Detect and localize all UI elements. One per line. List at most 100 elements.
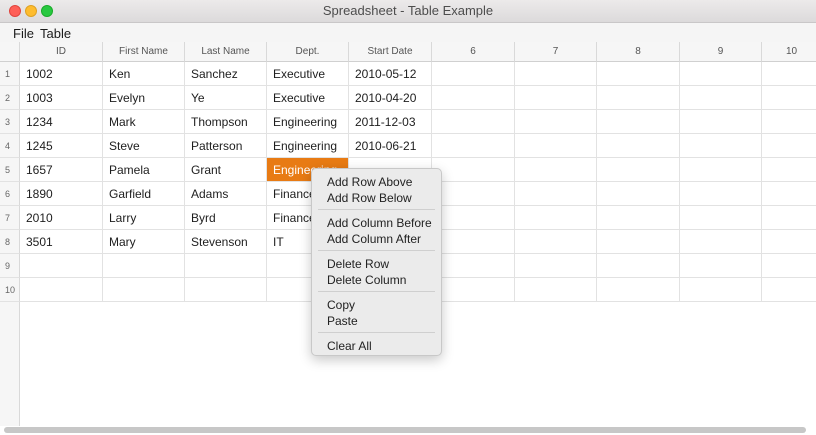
table-cell[interactable]: Steve	[103, 134, 185, 158]
context-menu-item[interactable]: Copy	[327, 298, 355, 312]
table-cell[interactable]	[597, 86, 680, 110]
table-cell[interactable]	[680, 182, 762, 206]
row-header[interactable]: 6	[0, 182, 20, 206]
table-cell[interactable]	[185, 278, 267, 302]
table-cell[interactable]: 1234	[20, 110, 103, 134]
table-cell[interactable]: Grant	[185, 158, 267, 182]
column-header[interactable]: 8	[597, 42, 680, 62]
table-cell[interactable]	[597, 182, 680, 206]
table-cell[interactable]	[515, 110, 597, 134]
table-cell[interactable]: Engineering	[267, 134, 349, 158]
table-cell[interactable]	[762, 230, 816, 254]
table-cell[interactable]	[762, 278, 816, 302]
column-header[interactable]: 7	[515, 42, 597, 62]
context-menu-item[interactable]: Delete Row	[327, 257, 389, 271]
table-cell[interactable]: Sanchez	[185, 62, 267, 86]
table-cell[interactable]	[432, 134, 515, 158]
table-cell[interactable]: Stevenson	[185, 230, 267, 254]
table-cell[interactable]	[432, 182, 515, 206]
table-cell[interactable]	[103, 254, 185, 278]
table-cell[interactable]: 1657	[20, 158, 103, 182]
context-menu-item[interactable]: Add Column After	[327, 232, 421, 246]
horizontal-scrollbar[interactable]	[4, 427, 806, 433]
table-cell[interactable]	[432, 62, 515, 86]
table-cell[interactable]: Adams	[185, 182, 267, 206]
column-header[interactable]: 6	[432, 42, 515, 62]
table-cell[interactable]: 1245	[20, 134, 103, 158]
table-cell[interactable]	[762, 134, 816, 158]
column-header[interactable]: ID	[20, 42, 103, 62]
table-cell[interactable]: Patterson	[185, 134, 267, 158]
table-cell[interactable]: 1003	[20, 86, 103, 110]
table-cell[interactable]	[762, 182, 816, 206]
table-cell[interactable]: 2010-05-12	[349, 62, 432, 86]
table-cell[interactable]: Executive	[267, 86, 349, 110]
row-header[interactable]: 7	[0, 206, 20, 230]
table-cell[interactable]: Ye	[185, 86, 267, 110]
table-cell[interactable]	[432, 158, 515, 182]
table-cell[interactable]: 1890	[20, 182, 103, 206]
context-menu-item[interactable]: Add Row Below	[327, 191, 412, 205]
context-menu-item[interactable]: Delete Column	[327, 273, 406, 287]
column-header[interactable]: 10	[762, 42, 816, 62]
table-cell[interactable]	[762, 158, 816, 182]
table-cell[interactable]	[185, 254, 267, 278]
menu-table[interactable]: Table	[40, 26, 71, 41]
table-cell[interactable]	[680, 230, 762, 254]
table-cell[interactable]: 2010-06-21	[349, 134, 432, 158]
row-header[interactable]: 3	[0, 110, 20, 134]
table-cell[interactable]	[597, 62, 680, 86]
context-menu-item[interactable]: Paste	[327, 314, 358, 328]
table-cell[interactable]	[680, 254, 762, 278]
menu-file[interactable]: File	[13, 26, 34, 41]
table-cell[interactable]	[680, 158, 762, 182]
table-cell[interactable]	[103, 278, 185, 302]
row-header[interactable]: 9	[0, 254, 20, 278]
table-cell[interactable]	[432, 278, 515, 302]
table-cell[interactable]: Engineering	[267, 110, 349, 134]
context-menu-item[interactable]: Add Row Above	[327, 175, 412, 189]
table-cell[interactable]: Thompson	[185, 110, 267, 134]
table-cell[interactable]	[762, 86, 816, 110]
table-cell[interactable]	[432, 230, 515, 254]
table-cell[interactable]	[680, 134, 762, 158]
table-cell[interactable]	[515, 62, 597, 86]
table-cell[interactable]	[515, 158, 597, 182]
column-header[interactable]: First Name	[103, 42, 185, 62]
table-cell[interactable]	[515, 230, 597, 254]
table-cell[interactable]	[597, 110, 680, 134]
table-cell[interactable]: Ken	[103, 62, 185, 86]
table-cell[interactable]	[515, 206, 597, 230]
row-header[interactable]: 8	[0, 230, 20, 254]
row-header[interactable]: 4	[0, 134, 20, 158]
table-cell[interactable]: Byrd	[185, 206, 267, 230]
table-cell[interactable]	[515, 278, 597, 302]
table-cell[interactable]	[597, 134, 680, 158]
table-cell[interactable]	[762, 110, 816, 134]
table-cell[interactable]	[762, 254, 816, 278]
table-cell[interactable]	[597, 278, 680, 302]
column-header[interactable]: Last Name	[185, 42, 267, 62]
table-cell[interactable]: 2010	[20, 206, 103, 230]
table-cell[interactable]	[20, 254, 103, 278]
table-cell[interactable]	[680, 206, 762, 230]
table-cell[interactable]: 2010-04-20	[349, 86, 432, 110]
context-menu-item[interactable]: Add Column Before	[327, 216, 432, 230]
row-header[interactable]: 1	[0, 62, 20, 86]
row-header[interactable]: 10	[0, 278, 20, 302]
row-header[interactable]: 5	[0, 158, 20, 182]
table-cell[interactable]: Executive	[267, 62, 349, 86]
table-cell[interactable]: Garfield	[103, 182, 185, 206]
table-cell[interactable]	[432, 254, 515, 278]
table-cell[interactable]	[515, 86, 597, 110]
table-cell[interactable]	[432, 110, 515, 134]
table-cell[interactable]	[515, 182, 597, 206]
table-cell[interactable]: Mary	[103, 230, 185, 254]
table-cell[interactable]	[515, 254, 597, 278]
context-menu-item[interactable]: Clear All	[327, 339, 372, 353]
table-cell[interactable]: Evelyn	[103, 86, 185, 110]
table-cell[interactable]	[515, 134, 597, 158]
table-cell[interactable]	[762, 62, 816, 86]
table-cell[interactable]	[680, 62, 762, 86]
table-cell[interactable]: 3501	[20, 230, 103, 254]
